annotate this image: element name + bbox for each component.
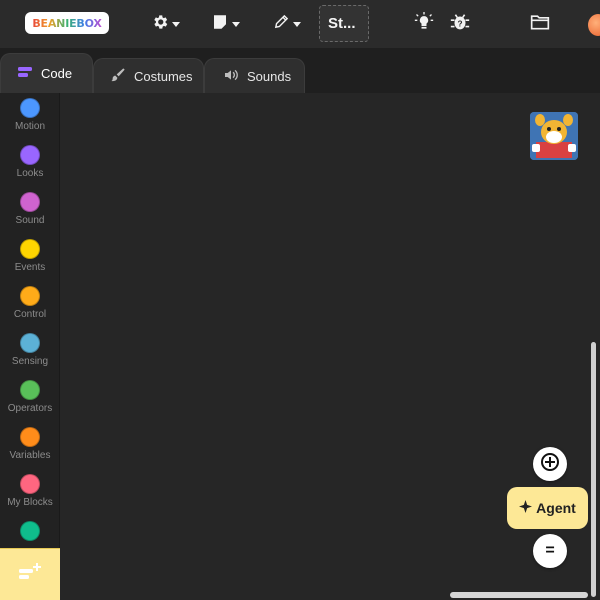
category-label: Variables <box>9 450 51 461</box>
tab-code-label: Code <box>41 66 73 81</box>
agent-button-label: Agent <box>536 500 576 516</box>
category-dot <box>20 192 40 212</box>
gear-icon <box>151 13 169 36</box>
pencil-icon <box>273 13 290 35</box>
category-dot <box>20 333 40 353</box>
lightbulb-icon <box>414 11 434 38</box>
category-sensing[interactable]: Sensing <box>0 328 60 375</box>
category-my-blocks[interactable]: My Blocks <box>0 469 60 516</box>
category-dot <box>20 239 40 259</box>
settings-menu-button[interactable] <box>151 10 180 38</box>
category-label: Motion <box>14 121 45 132</box>
sparkle-icon <box>519 500 533 516</box>
category-label: My Blocks <box>7 497 53 508</box>
file-icon <box>211 13 229 36</box>
zoom-reset-symbol: = <box>545 542 555 559</box>
open-folder-button[interactable] <box>530 10 550 38</box>
category-label: Looks <box>16 168 44 179</box>
file-menu-button[interactable] <box>211 10 240 38</box>
category-dot <box>20 286 40 306</box>
category-dot <box>20 380 40 400</box>
category-label: Sensing <box>11 356 49 367</box>
add-extension-button[interactable] <box>0 548 60 600</box>
category-label: Operators <box>7 403 53 414</box>
brush-icon <box>110 67 126 86</box>
menu-bar: BEANIEBOX St... ? <box>0 0 600 48</box>
category-label: Events <box>14 262 46 273</box>
chevron-down-icon <box>232 21 240 27</box>
category-looks[interactable]: Looks <box>0 140 60 187</box>
sprite-thumbnail <box>530 112 578 160</box>
project-title-field[interactable]: St... <box>319 5 369 42</box>
category-operators[interactable]: Operators <box>0 375 60 422</box>
chevron-down-icon <box>172 21 180 27</box>
category-dot <box>20 474 40 494</box>
category-label: Control <box>13 309 47 320</box>
zoom-in-button[interactable] <box>533 447 567 481</box>
category-motion[interactable]: Motion <box>0 93 60 140</box>
tab-costumes-label: Costumes <box>134 68 193 84</box>
plus-circle-icon <box>540 452 560 477</box>
category-control[interactable]: Control <box>0 281 60 328</box>
app-logo-text: BEANIEBOX <box>32 16 102 30</box>
horizontal-scrollbar[interactable] <box>450 592 588 598</box>
add-extension-icon <box>17 561 43 588</box>
tab-costumes[interactable]: Costumes <box>93 58 204 93</box>
editor-root: BEANIEBOX St... ? Code Costumes Sounds M… <box>0 0 600 600</box>
code-blocks-icon <box>17 65 33 82</box>
category-dot <box>20 427 40 447</box>
category-sound[interactable]: Sound <box>0 187 60 234</box>
app-logo[interactable]: BEANIEBOX <box>25 12 109 34</box>
tab-sounds-label: Sounds <box>247 68 292 84</box>
category-label: Sound <box>15 215 45 226</box>
block-categories: Motion Looks Sound Events Control Sensin… <box>0 93 60 600</box>
bug-icon: ? <box>449 11 471 38</box>
tab-code[interactable]: Code <box>0 53 93 93</box>
edit-menu-button[interactable] <box>273 10 301 38</box>
svg-text:?: ? <box>457 19 462 28</box>
chevron-down-icon <box>293 21 301 27</box>
agent-button[interactable]: Agent <box>507 487 588 529</box>
category-dot <box>20 145 40 165</box>
tips-button[interactable] <box>414 10 434 38</box>
zoom-reset-button[interactable]: = <box>533 534 567 568</box>
tab-sounds[interactable]: Sounds <box>204 58 305 93</box>
vertical-scrollbar[interactable] <box>591 342 596 597</box>
category-dot <box>20 521 40 541</box>
folder-icon <box>530 13 550 36</box>
category-dot <box>20 98 40 118</box>
category-variables[interactable]: Variables <box>0 422 60 469</box>
debug-button[interactable]: ? <box>449 10 471 38</box>
speaker-icon <box>223 67 239 86</box>
category-events[interactable]: Events <box>0 234 60 281</box>
account-avatar[interactable] <box>588 14 600 36</box>
